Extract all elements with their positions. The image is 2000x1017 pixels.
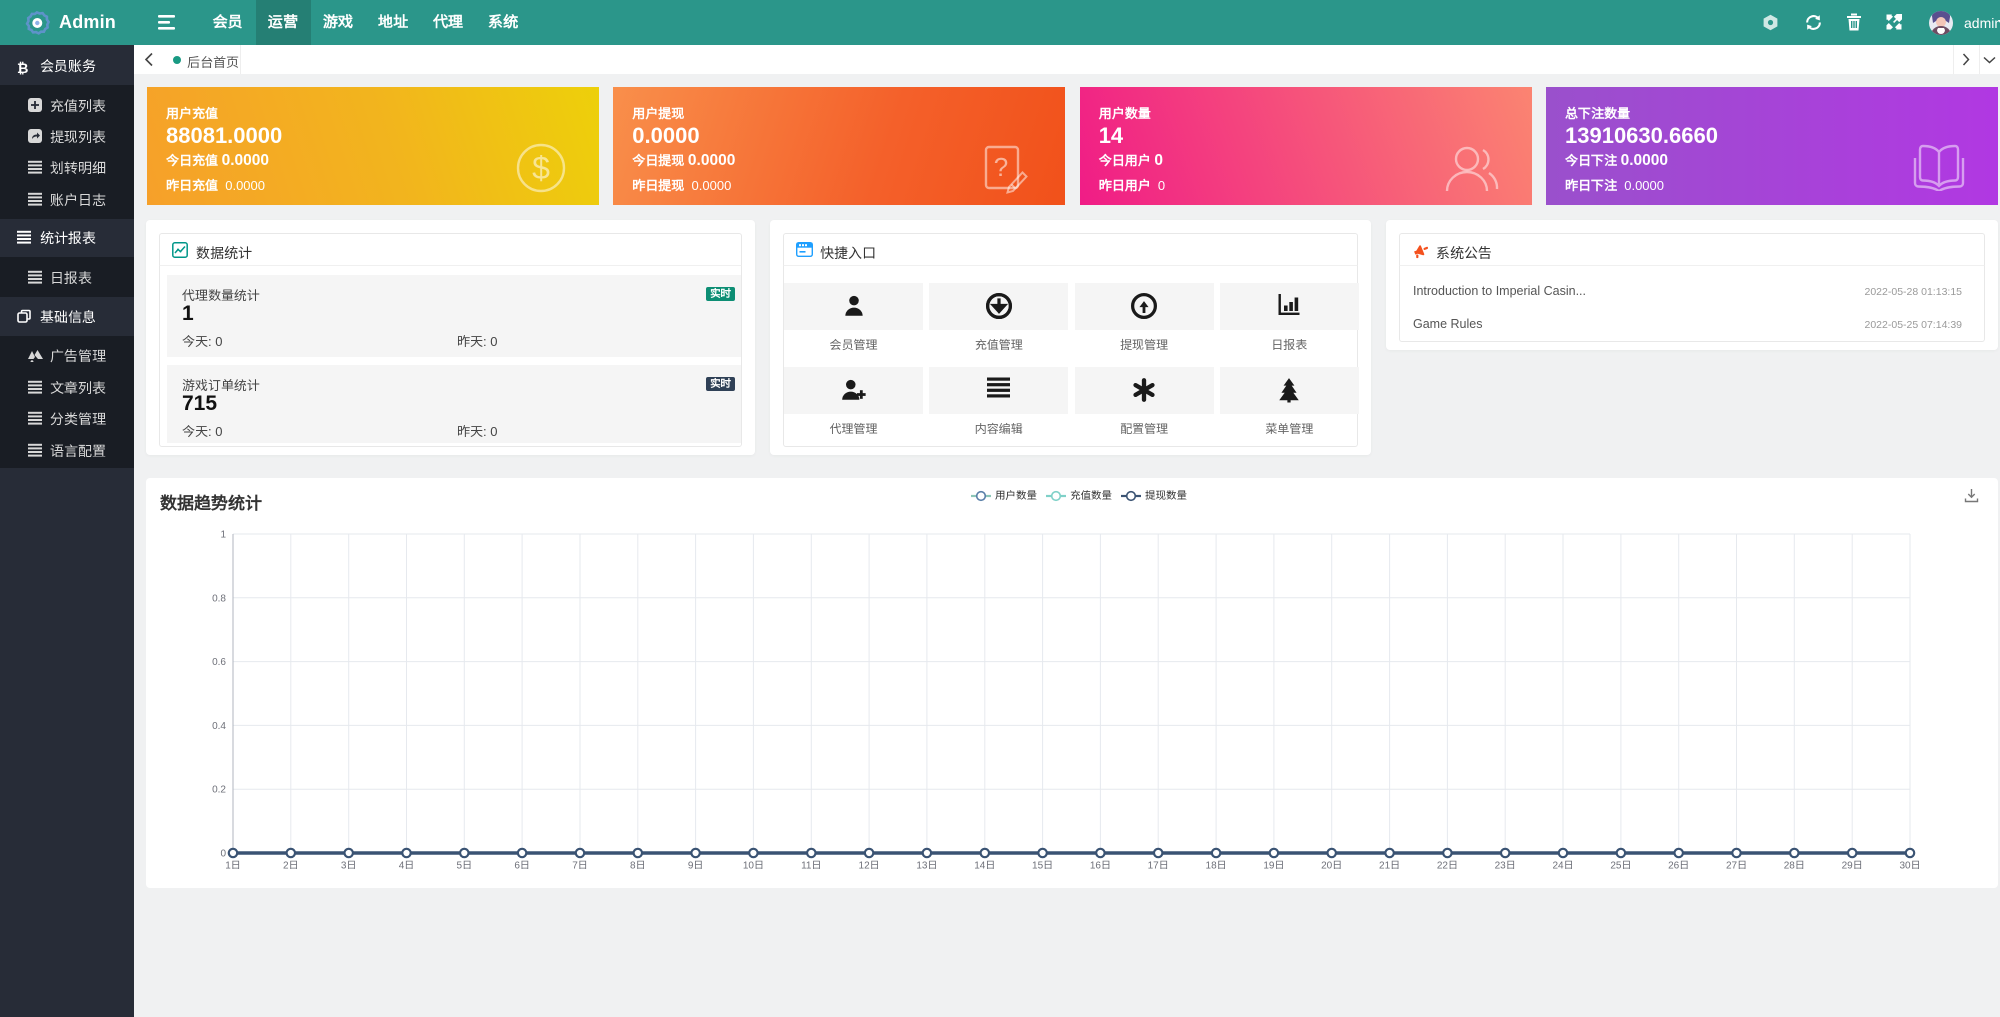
svg-text:5日: 5日 (457, 857, 473, 872)
svg-text:9日: 9日 (688, 857, 704, 872)
svg-text:23日: 23日 (1495, 857, 1516, 872)
svg-text:25日: 25日 (1610, 857, 1631, 872)
svg-text:27日: 27日 (1726, 857, 1747, 872)
svg-text:6日: 6日 (514, 857, 530, 872)
svg-text:12日: 12日 (859, 857, 880, 872)
svg-text:30日: 30日 (1899, 857, 1920, 872)
svg-text:14日: 14日 (974, 857, 995, 872)
svg-text:0.4: 0.4 (212, 721, 226, 732)
svg-text:21日: 21日 (1379, 857, 1400, 872)
svg-text:1日: 1日 (225, 857, 241, 872)
svg-text:0.6: 0.6 (212, 657, 226, 668)
svg-text:8日: 8日 (630, 857, 646, 872)
svg-text:24日: 24日 (1552, 857, 1573, 872)
svg-text:15日: 15日 (1032, 857, 1053, 872)
svg-text:0.8: 0.8 (212, 593, 226, 604)
svg-text:10日: 10日 (743, 857, 764, 872)
svg-text:29日: 29日 (1842, 857, 1863, 872)
svg-text:7日: 7日 (572, 857, 588, 872)
svg-text:4日: 4日 (399, 857, 415, 872)
svg-text:0: 0 (220, 849, 226, 860)
svg-text:20日: 20日 (1321, 857, 1342, 872)
svg-text:28日: 28日 (1784, 857, 1805, 872)
svg-text:11日: 11日 (801, 857, 821, 872)
svg-text:13日: 13日 (916, 857, 937, 872)
svg-text:2日: 2日 (283, 857, 299, 872)
svg-text:1: 1 (220, 530, 226, 541)
svg-text:3日: 3日 (341, 857, 357, 872)
svg-text:?: ? (994, 152, 1008, 182)
svg-text:$: $ (532, 150, 550, 186)
svg-text:16日: 16日 (1090, 857, 1111, 872)
svg-text:0.2: 0.2 (212, 785, 226, 796)
svg-text:17日: 17日 (1148, 857, 1169, 872)
svg-text:26日: 26日 (1668, 857, 1689, 872)
svg-text:19日: 19日 (1263, 857, 1284, 872)
svg-text:18日: 18日 (1206, 857, 1227, 872)
svg-text:22日: 22日 (1437, 857, 1458, 872)
